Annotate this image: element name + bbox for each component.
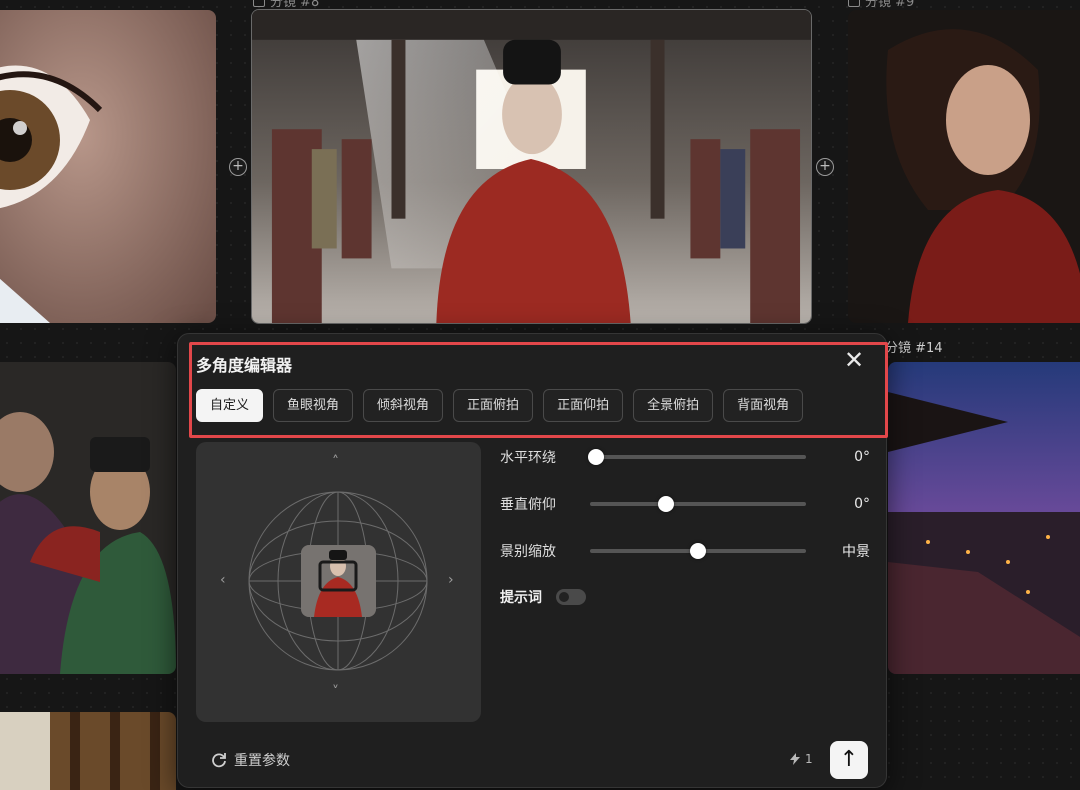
slider-track[interactable] xyxy=(590,496,806,512)
reset-label: 重置参数 xyxy=(234,753,290,769)
preset-tabs: 自定义 鱼眼视角 倾斜视角 正面俯拍 正面仰拍 全景俯拍 背面视角 xyxy=(196,389,804,422)
frame-label-14: 分镜 #14 xyxy=(885,341,943,356)
slider-track[interactable] xyxy=(590,543,806,559)
close-icon[interactable]: ✕ xyxy=(842,348,866,372)
checkbox-icon[interactable] xyxy=(848,0,860,7)
preset-tilted[interactable]: 倾斜视角 xyxy=(363,389,444,422)
panel-title: 多角度编辑器 xyxy=(196,356,293,375)
preset-panorama-overhead[interactable]: 全景俯拍 xyxy=(633,389,714,422)
frame-label-9: 分镜 #9 xyxy=(848,0,914,10)
slider-thumb[interactable] xyxy=(690,543,706,559)
angle-preview[interactable]: ˄ ˅ ‹ › xyxy=(196,442,481,722)
slider-horizontal-orbit: 水平环绕 0° xyxy=(500,443,870,471)
slider-value: 0° xyxy=(854,449,870,465)
prompt-toggle[interactable] xyxy=(556,589,586,605)
slider-track[interactable] xyxy=(588,449,806,465)
credit-cost: 1 xyxy=(790,752,813,766)
preset-front-low-angle[interactable]: 正面仰拍 xyxy=(543,389,624,422)
add-frame-button-right[interactable]: + xyxy=(816,158,834,176)
add-frame-button-left[interactable]: + xyxy=(229,158,247,176)
slider-vertical-pitch: 垂直俯仰 0° xyxy=(500,490,870,518)
frame-palace-hall[interactable] xyxy=(251,9,812,324)
slider-label: 垂直俯仰 xyxy=(500,497,556,513)
arrow-up-icon[interactable]: ↑ xyxy=(830,741,868,779)
chevron-left-icon[interactable]: ‹ xyxy=(220,572,226,588)
chevron-right-icon[interactable]: › xyxy=(448,572,454,588)
reset-params-button[interactable]: 重置参数 xyxy=(210,750,290,770)
preset-front-high-angle[interactable]: 正面俯拍 xyxy=(453,389,534,422)
chevron-up-icon[interactable]: ˄ xyxy=(332,454,339,470)
prompt-toggle-row: 提示词 xyxy=(500,587,586,607)
slider-value: 0° xyxy=(854,496,870,512)
slider-shot-zoom: 景别缩放 中景 xyxy=(500,537,870,565)
globe-icon[interactable] xyxy=(196,442,481,722)
multi-angle-editor-panel: 多角度编辑器 ✕ 自定义 鱼眼视角 倾斜视角 正面俯拍 正面仰拍 全景俯拍 背面… xyxy=(177,333,888,788)
frame-night-palace[interactable] xyxy=(888,362,1080,674)
slider-label: 景别缩放 xyxy=(500,544,556,560)
refresh-icon xyxy=(212,753,226,768)
checkbox-icon[interactable] xyxy=(253,0,265,7)
frame-woman-profile[interactable] xyxy=(848,10,1080,323)
slider-label: 水平环绕 xyxy=(500,450,556,466)
preset-fisheye[interactable]: 鱼眼视角 xyxy=(273,389,354,422)
toggle-knob xyxy=(559,592,569,602)
frame-eye-closeup[interactable] xyxy=(0,10,216,323)
slider-thumb[interactable] xyxy=(588,449,605,465)
chevron-down-icon[interactable]: ˅ xyxy=(332,684,339,700)
lightning-icon xyxy=(790,753,800,765)
frame-painting[interactable] xyxy=(0,712,176,790)
prompt-toggle-label: 提示词 xyxy=(500,590,542,606)
frame-officials[interactable] xyxy=(0,362,176,674)
slider-value: 中景 xyxy=(842,544,870,560)
preset-back-view[interactable]: 背面视角 xyxy=(723,389,804,422)
credit-count: 1 xyxy=(805,752,813,766)
slider-thumb[interactable] xyxy=(657,496,674,512)
preset-custom[interactable]: 自定义 xyxy=(196,389,264,422)
